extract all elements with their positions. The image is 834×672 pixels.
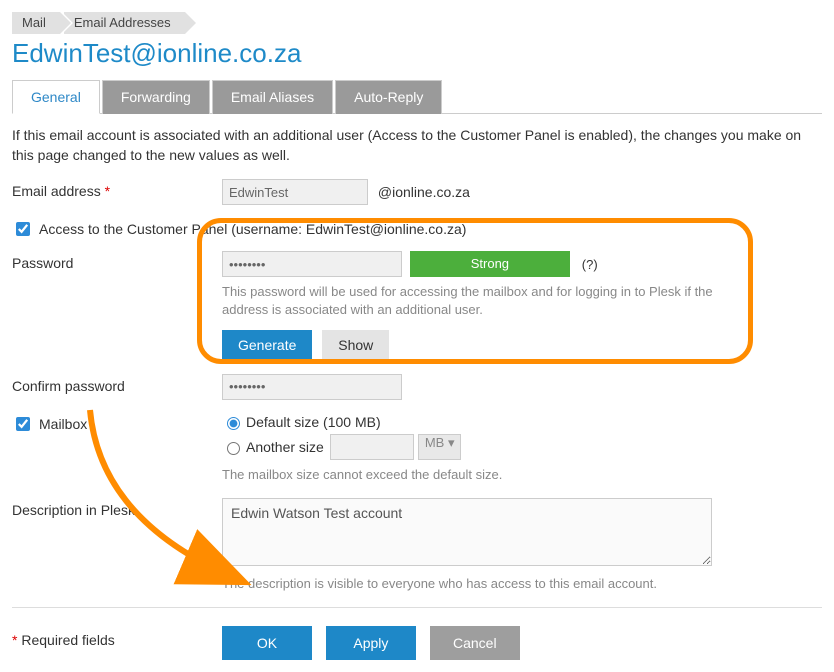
description-textarea[interactable] (222, 498, 712, 566)
breadcrumb: Mail Email Addresses (12, 12, 822, 34)
email-address-label: Email address * (12, 179, 222, 199)
tab-forwarding[interactable]: Forwarding (102, 80, 210, 114)
required-fields-note: * Required fields (12, 626, 222, 648)
tabs: General Forwarding Email Aliases Auto-Re… (12, 79, 822, 114)
breadcrumb-mail[interactable]: Mail (12, 12, 60, 34)
breadcrumb-email-addresses[interactable]: Email Addresses (64, 12, 185, 34)
confirm-password-input[interactable] (222, 374, 402, 400)
page-title: EdwinTest@ionline.co.za (12, 38, 822, 69)
access-panel-label: Access to the Customer Panel (username: … (39, 221, 466, 237)
description-label: Description in Plesk (12, 498, 222, 518)
password-hint: This password will be used for accessing… (222, 283, 722, 319)
tab-email-aliases[interactable]: Email Aliases (212, 80, 333, 114)
email-domain-suffix: @ionline.co.za (378, 184, 470, 200)
tab-auto-reply[interactable]: Auto-Reply (335, 80, 442, 114)
action-buttons: OK Apply Cancel (222, 626, 530, 660)
another-size-input[interactable] (330, 434, 414, 460)
confirm-password-label: Confirm password (12, 374, 222, 394)
password-input[interactable] (222, 251, 402, 277)
default-size-radio[interactable] (227, 417, 240, 430)
password-strength-badge: Strong (410, 251, 570, 277)
cancel-button[interactable]: Cancel (430, 626, 520, 660)
mailbox-checkbox[interactable] (16, 417, 30, 431)
ok-button[interactable]: OK (222, 626, 312, 660)
show-button[interactable]: Show (322, 330, 389, 360)
another-size-label: Another size (246, 439, 324, 455)
access-panel-checkbox[interactable] (16, 222, 30, 236)
mailbox-size-hint: The mailbox size cannot exceed the defau… (222, 466, 822, 484)
size-unit-select[interactable]: MB ▾ (418, 434, 462, 460)
description-hint: The description is visible to everyone w… (222, 575, 822, 593)
tab-general[interactable]: General (12, 80, 100, 114)
intro-text: If this email account is associated with… (12, 126, 822, 165)
mailbox-label: Mailbox (39, 416, 87, 432)
password-label: Password (12, 251, 222, 271)
another-size-radio[interactable] (227, 442, 240, 455)
default-size-label: Default size (100 MB) (246, 414, 381, 430)
apply-button[interactable]: Apply (326, 626, 416, 660)
password-help-icon[interactable]: (?) (582, 257, 598, 272)
email-address-input[interactable] (222, 179, 368, 205)
generate-button[interactable]: Generate (222, 330, 312, 360)
